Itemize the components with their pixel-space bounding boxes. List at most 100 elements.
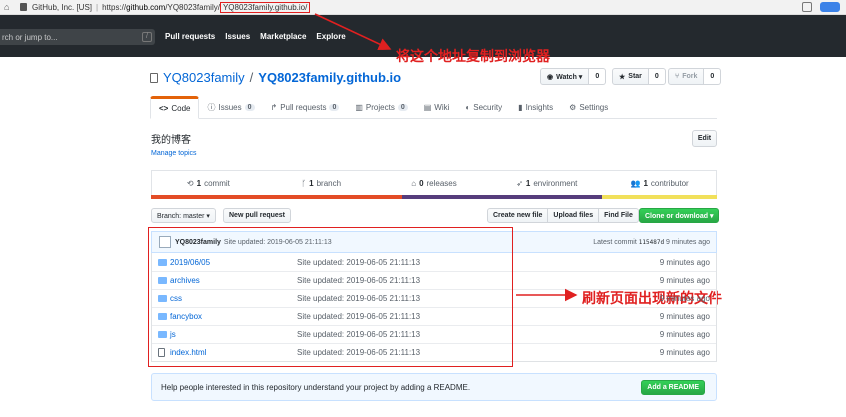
folder-icon [158,295,167,302]
projects-icon: ▥ [355,103,363,112]
summary-environments-count: 1 [525,179,531,188]
url-host: github.com [126,2,166,12]
branch-select-button[interactable]: Branch: master ▾ [151,208,216,223]
commit-sha[interactable]: 115487d [639,239,664,246]
language-bar-js [602,195,717,199]
nav-marketplace[interactable]: Marketplace [260,32,306,41]
folder-icon [158,331,167,338]
add-readme-button[interactable]: Add a README [641,379,705,395]
repo-name-link[interactable]: YQ8023family.github.io [258,70,401,85]
people-icon: 👥 [630,179,641,188]
tab-security-label: Security [473,103,503,112]
watch-label: Watch ▾ [556,73,583,81]
tab-projects[interactable]: ▥ Projects 0 [347,96,415,119]
file-age: 9 minutes ago [659,348,710,357]
file-commit-message[interactable]: Site updated: 2019-06-05 21:11:13 [297,258,420,267]
fork-label: Fork [682,73,698,80]
file-age: 9 minutes ago [659,257,710,267]
tab-pull-requests[interactable]: ↱ Pull requests 0 [263,96,348,119]
summary-branches-count: 1 [309,179,314,188]
create-new-file-button[interactable]: Create new file [487,208,549,223]
tab-security[interactable]: ◐ Security [457,96,510,119]
fork-count[interactable]: 0 [704,68,722,85]
nav-issues[interactable]: Issues [225,32,250,41]
home-icon[interactable]: ⌂ [4,2,14,12]
extension-icon[interactable] [820,2,840,12]
latest-commit-prefix: Latest commit [593,238,637,246]
file-name[interactable]: archives [170,276,200,285]
watch-button[interactable]: ◉ Watch ▾ [540,68,590,85]
find-file-button[interactable]: Find File [599,208,639,223]
file-commit-message[interactable]: Site updated: 2019-06-05 21:11:13 [297,312,420,321]
latest-commit-bar: YQ8023family Site updated: 2019-06-05 21… [151,231,717,253]
reader-mode-icon[interactable] [802,2,812,12]
tab-pull-requests-count: 0 [329,104,340,111]
tab-issues[interactable]: ⓘ Issues 0 [199,96,262,119]
url-highlighted-segment[interactable]: YQ8023family.github.io/ [219,1,311,13]
annotation-copy-address: 将这个地址复制到浏览器 [396,48,550,64]
tab-code[interactable]: <> Code [150,96,200,119]
summary-branches[interactable]: ᚴ 1 branch [265,171,378,196]
language-bar[interactable] [151,195,717,199]
file-commit-message[interactable]: Site updated: 2019-06-05 21:11:13 [297,348,420,357]
file-name[interactable]: 2019/06/05 [170,258,210,267]
tab-pull-requests-label: Pull requests [280,103,327,112]
summary-environments[interactable]: ➶ 1 environment [490,171,603,196]
summary-branches-label: branch [316,179,342,188]
file-name[interactable]: css [170,294,182,303]
file-name[interactable]: index.html [170,348,206,357]
file-name[interactable]: fancybox [170,312,202,321]
pull-request-icon: ↱ [270,103,278,112]
repo-title-separator: / [249,70,254,85]
url-path: /YQ8023family/ [165,2,220,12]
tab-projects-label: Projects [365,103,395,112]
new-pull-request-button[interactable]: New pull request [223,208,292,223]
summary-releases[interactable]: ⌂ 0 releases [378,171,491,196]
repo-summary: ⟲ 1 commit ᚴ 1 branch ⌂ 0 releases ➶ 1 environme… [151,170,717,196]
history-icon: ⟲ [186,179,194,188]
avatar[interactable] [159,236,171,248]
commit-message[interactable]: Site updated: 2019-06-05 21:11:13 [224,239,332,246]
table-row: js Site updated: 2019-06-05 21:11:13 9 m… [152,325,716,343]
tab-wiki[interactable]: ▤ Wiki [416,96,458,119]
nav-explore[interactable]: Explore [316,32,345,41]
manage-topics-link[interactable]: Manage topics [151,150,197,157]
star-button[interactable]: ★ Star [612,68,649,85]
folder-icon [158,313,167,320]
star-button-group: ★ Star 0 [612,68,666,85]
file-commit-message[interactable]: Site updated: 2019-06-05 21:11:13 [297,294,420,303]
tag-icon: ⌂ [411,179,417,188]
language-bar-html [151,195,402,199]
address-separator: | [96,2,99,12]
file-commit-message[interactable]: Site updated: 2019-06-05 21:11:13 [297,330,420,339]
search-input[interactable]: rch or jump to... / [0,29,155,45]
issues-icon: ⓘ [207,103,216,112]
code-icon: <> [159,104,169,113]
upload-files-button[interactable]: Upload files [548,208,600,223]
file-age: 9 minutes ago [659,294,710,303]
file-name[interactable]: js [170,330,176,339]
watch-count[interactable]: 0 [589,68,607,85]
nav-pull-requests[interactable]: Pull requests [165,32,215,41]
url-text[interactable]: https://github.com/YQ8023family/ [102,3,220,12]
clone-download-button[interactable]: Clone or download ▾ [639,208,720,223]
fork-icon: ⑂ [675,73,680,80]
edit-description-button[interactable]: Edit [692,130,717,147]
search-hotkey-badge: / [142,32,152,42]
commit-author[interactable]: YQ8023family [175,239,221,246]
tab-insights[interactable]: ▮ Insights [510,96,561,119]
summary-commits[interactable]: ⟲ 1 commit [152,171,265,196]
file-commit-message[interactable]: Site updated: 2019-06-05 21:11:13 [297,276,420,285]
file-icon [158,348,165,357]
file-age: 9 minutes ago [659,312,710,321]
repo-owner-link[interactable]: YQ8023family [163,70,245,85]
star-count[interactable]: 0 [648,68,666,85]
tab-settings[interactable]: ⚙ Settings [561,96,616,119]
star-label: Star [628,73,642,80]
tab-insights-label: Insights [525,103,554,112]
fork-button[interactable]: ⑂ Fork [668,68,705,85]
repo-tabs: <> Code ⓘ Issues 0 ↱ Pull requests 0 ▥ Project… [150,96,717,119]
site-identity: GitHub, Inc. [US] [32,2,93,12]
tab-code-label: Code [171,104,191,113]
summary-contributors[interactable]: 👥 1 contributor [603,171,716,196]
